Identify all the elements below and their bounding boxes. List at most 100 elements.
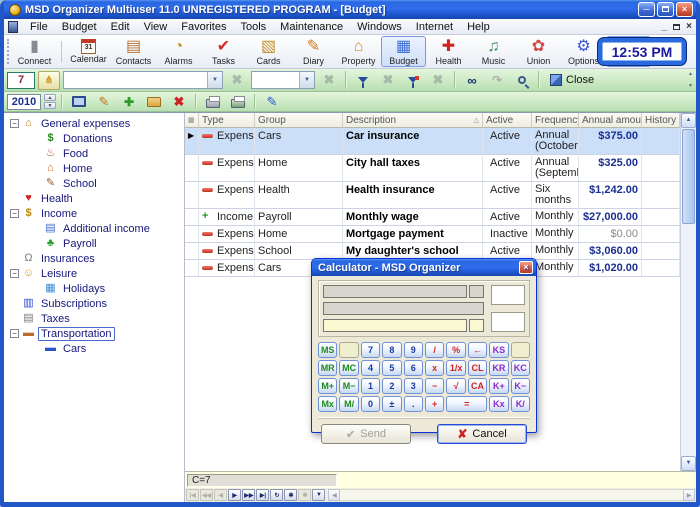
- navigator-button[interactable]: ✱: [298, 489, 311, 501]
- calculator-button[interactable]: MS: [318, 342, 337, 358]
- calculator-button[interactable]: ±: [382, 396, 401, 412]
- calculator-button[interactable]: Kx: [489, 396, 508, 412]
- chevron-down-icon[interactable]: ▼: [299, 72, 314, 88]
- calculator-button[interactable]: 1/x: [446, 360, 465, 376]
- navigator-button[interactable]: ◀◀: [200, 489, 213, 501]
- hscroll-track[interactable]: [340, 489, 683, 501]
- calculator-button[interactable]: [339, 342, 358, 358]
- delete-record-button[interactable]: ✖: [168, 92, 190, 111]
- scroll-track[interactable]: [681, 225, 696, 456]
- navigator-button[interactable]: |◀: [186, 489, 199, 501]
- tree-expander-icon[interactable]: [10, 119, 19, 128]
- calculator-button[interactable]: ←: [468, 342, 487, 358]
- menu-item[interactable]: Budget: [55, 20, 104, 34]
- set-filter-button[interactable]: [352, 71, 374, 90]
- calculator-button[interactable]: 8: [382, 342, 401, 358]
- grid-row[interactable]: ▶ Expense Cars Car insurance Active: [185, 128, 680, 155]
- navigator-button[interactable]: ✱: [284, 489, 297, 501]
- calculator-button[interactable]: √: [446, 378, 465, 394]
- print-preview-button[interactable]: [227, 92, 249, 111]
- toolbar-button[interactable]: Tasks: [201, 36, 246, 67]
- navigator-button[interactable]: ◀: [214, 489, 227, 501]
- grid-row[interactable]: Expense Health Health insurance Active S…: [185, 182, 680, 209]
- search-next-button[interactable]: ↷: [486, 71, 508, 90]
- calculator-button[interactable]: [511, 342, 530, 358]
- calculator-button[interactable]: KS: [489, 342, 508, 358]
- menu-item[interactable]: Windows: [350, 20, 409, 34]
- calculator-button[interactable]: 3: [404, 378, 423, 394]
- clear-filter-button[interactable]: ✖: [226, 71, 248, 90]
- toolbar-button[interactable]: Music: [471, 36, 516, 67]
- add-record-button[interactable]: ✚: [118, 92, 140, 111]
- navigator-button[interactable]: ▼: [312, 489, 325, 501]
- calculator-button[interactable]: 5: [382, 360, 401, 376]
- calculator-button[interactable]: KR: [489, 360, 508, 376]
- toolbar-button[interactable]: Union: [516, 36, 561, 67]
- navigator-button[interactable]: ↻: [270, 489, 283, 501]
- calculator-button[interactable]: KC: [511, 360, 530, 376]
- calculator-button[interactable]: K+: [489, 378, 508, 394]
- tree-item[interactable]: School: [6, 176, 184, 191]
- menu-item[interactable]: View: [137, 20, 175, 34]
- edit-record-button[interactable]: ✎: [93, 92, 115, 111]
- calculator-button[interactable]: K−: [511, 378, 530, 394]
- tree-item[interactable]: Subscriptions: [6, 296, 184, 311]
- column-header-description[interactable]: Description △: [343, 113, 483, 128]
- grid-row[interactable]: Expense Home Mortgage payment Inactive M…: [185, 226, 680, 243]
- tree-item[interactable]: Food: [6, 146, 184, 161]
- cancel-button[interactable]: ✘ Cancel: [437, 424, 527, 444]
- menu-item[interactable]: Favorites: [174, 20, 233, 34]
- column-header-annual-amount[interactable]: Annual amount: [579, 113, 642, 128]
- toolbar-button[interactable]: Budget: [381, 36, 426, 67]
- toolbar-button[interactable]: Calendar: [66, 36, 111, 67]
- calculator-button[interactable]: 1: [361, 378, 380, 394]
- tree-item[interactable]: Insurances: [6, 251, 184, 266]
- menu-item[interactable]: Internet: [409, 20, 460, 34]
- locate-button[interactable]: [511, 71, 533, 90]
- calculator-close-button[interactable]: ×: [519, 261, 533, 274]
- menu-item[interactable]: Edit: [104, 20, 137, 34]
- scroll-left-icon[interactable]: ◀: [328, 489, 340, 501]
- scroll-up-icon[interactable]: ▲: [681, 113, 696, 128]
- scroll-right-icon[interactable]: ▶: [683, 489, 695, 501]
- remove-advanced-filter-button[interactable]: ✖: [427, 71, 449, 90]
- view-record-button[interactable]: [68, 92, 90, 111]
- child-minimize-button[interactable]: _: [662, 21, 668, 32]
- toolbar-overflow[interactable]: ▲▼: [686, 71, 695, 89]
- column-header-history[interactable]: History: [642, 113, 680, 128]
- toolbar-grip[interactable]: [7, 39, 9, 64]
- restore-button[interactable]: [657, 2, 674, 17]
- calculator-button[interactable]: .: [404, 396, 423, 412]
- minimize-button[interactable]: ─: [638, 2, 655, 17]
- calculator-button[interactable]: CL: [468, 360, 487, 376]
- open-record-button[interactable]: [143, 92, 165, 111]
- print-button[interactable]: [202, 92, 224, 111]
- filter-combo[interactable]: ▼: [63, 71, 223, 89]
- toolbar-button[interactable]: Contacts: [111, 36, 156, 67]
- toolbar-button[interactable]: Connect: [12, 36, 57, 67]
- calculator-button[interactable]: 9: [404, 342, 423, 358]
- tree-expander-icon[interactable]: [10, 329, 19, 338]
- column-header-type[interactable]: Type: [199, 113, 255, 128]
- calculator-button[interactable]: M+: [318, 378, 337, 394]
- group-combo[interactable]: ▼: [251, 71, 315, 89]
- grid-horizontal-scrollbar[interactable]: ◀ ▶: [328, 489, 695, 501]
- toolbar-button[interactable]: Health: [426, 36, 471, 67]
- menu-item[interactable]: File: [23, 20, 55, 34]
- year-input[interactable]: 2010: [7, 94, 41, 110]
- navigator-button[interactable]: ▶: [228, 489, 241, 501]
- close-button[interactable]: ×: [676, 2, 693, 17]
- spin-up-icon[interactable]: ▲: [44, 94, 56, 101]
- child-close-button[interactable]: ×: [686, 21, 692, 32]
- toolbar-button[interactable]: Property: [336, 36, 381, 67]
- navigator-button[interactable]: ▶▶: [242, 489, 255, 501]
- tree-item[interactable]: Cars: [6, 341, 184, 356]
- calculator-button[interactable]: +: [425, 396, 444, 412]
- spin-down-icon[interactable]: ▼: [44, 102, 56, 109]
- menu-item[interactable]: Maintenance: [273, 20, 350, 34]
- calculator-button[interactable]: 6: [404, 360, 423, 376]
- tree-expander-icon[interactable]: [10, 269, 19, 278]
- calculator-button[interactable]: M−: [339, 378, 358, 394]
- tree-item[interactable]: Health: [6, 191, 184, 206]
- close-view-button[interactable]: Close: [545, 71, 602, 90]
